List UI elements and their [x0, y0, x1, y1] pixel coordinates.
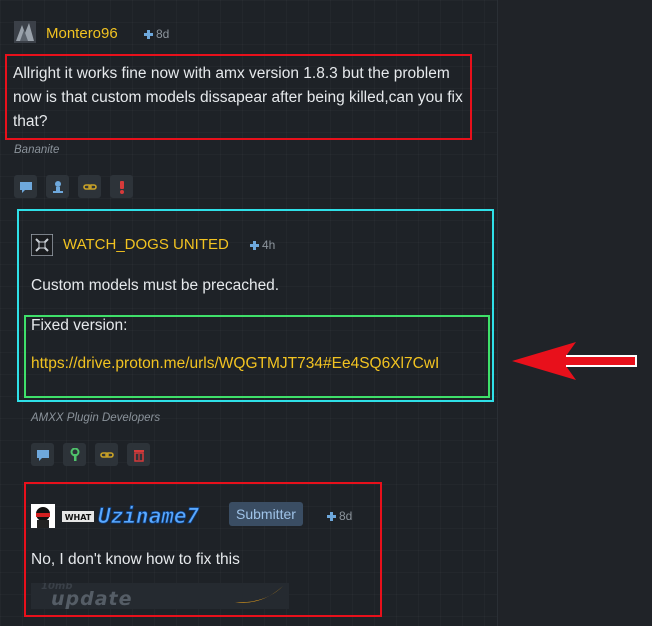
reply-button[interactable] — [14, 175, 37, 198]
link-button[interactable] — [78, 175, 101, 198]
signature-image: 10mb update — [31, 583, 289, 609]
post-time: 8d — [327, 509, 352, 523]
signature: AMXX Plugin Developers — [31, 412, 161, 424]
chain-link-icon — [99, 451, 114, 458]
speech-bubble-icon — [19, 181, 32, 193]
side-column — [498, 0, 652, 626]
post-time-text: 8d — [156, 27, 170, 41]
username-image-text: Uziname7 — [98, 504, 200, 528]
post-body: Allright it works fine now with amx vers… — [13, 65, 463, 130]
post-actions — [31, 443, 150, 466]
download-link[interactable]: https://drive.proton.me/urls/WQGTMJT734#… — [31, 352, 483, 376]
submitter-badge: Submitter — [229, 502, 303, 526]
post-body: Custom models must be precached. — [31, 277, 280, 294]
username-prefix: WHAT — [65, 513, 92, 522]
post-time-text: 4h — [262, 238, 276, 252]
trash-icon — [133, 449, 144, 462]
user-avatar[interactable] — [31, 504, 55, 528]
swoosh-logo — [235, 586, 283, 603]
post-actions — [14, 175, 133, 198]
speech-bubble-icon — [36, 449, 49, 461]
post-time: 8d — [144, 27, 169, 41]
column-divider — [497, 0, 498, 626]
report-button[interactable] — [110, 175, 133, 198]
wrench-icon — [70, 447, 79, 461]
username[interactable]: Montero96 — [46, 25, 118, 42]
profile-button[interactable] — [46, 175, 69, 198]
user-icon — [52, 180, 63, 193]
user-avatar[interactable] — [31, 234, 53, 256]
exclamation-icon — [119, 180, 124, 194]
link-button[interactable] — [95, 443, 118, 466]
reply-button[interactable] — [31, 443, 54, 466]
edit-button[interactable] — [63, 443, 86, 466]
post-time-text: 8d — [339, 509, 353, 523]
post-time: 4h — [250, 238, 275, 252]
chain-link-icon — [82, 183, 97, 190]
username-image[interactable]: WHAT Uziname7 — [62, 504, 220, 528]
username[interactable]: WATCH_DOGS UNITED — [63, 236, 229, 253]
signature: Bananite — [14, 144, 60, 156]
user-avatar[interactable] — [14, 21, 36, 43]
signature-image-text: update — [51, 588, 133, 609]
annotation-arrow — [512, 342, 637, 380]
plus-icon — [250, 240, 259, 250]
delete-button[interactable] — [127, 443, 150, 466]
post-body: No, I don't know how to fix this — [31, 551, 240, 568]
plus-icon — [327, 511, 336, 521]
plus-icon — [144, 29, 153, 39]
fixed-version-label: Fixed version: — [31, 317, 128, 334]
